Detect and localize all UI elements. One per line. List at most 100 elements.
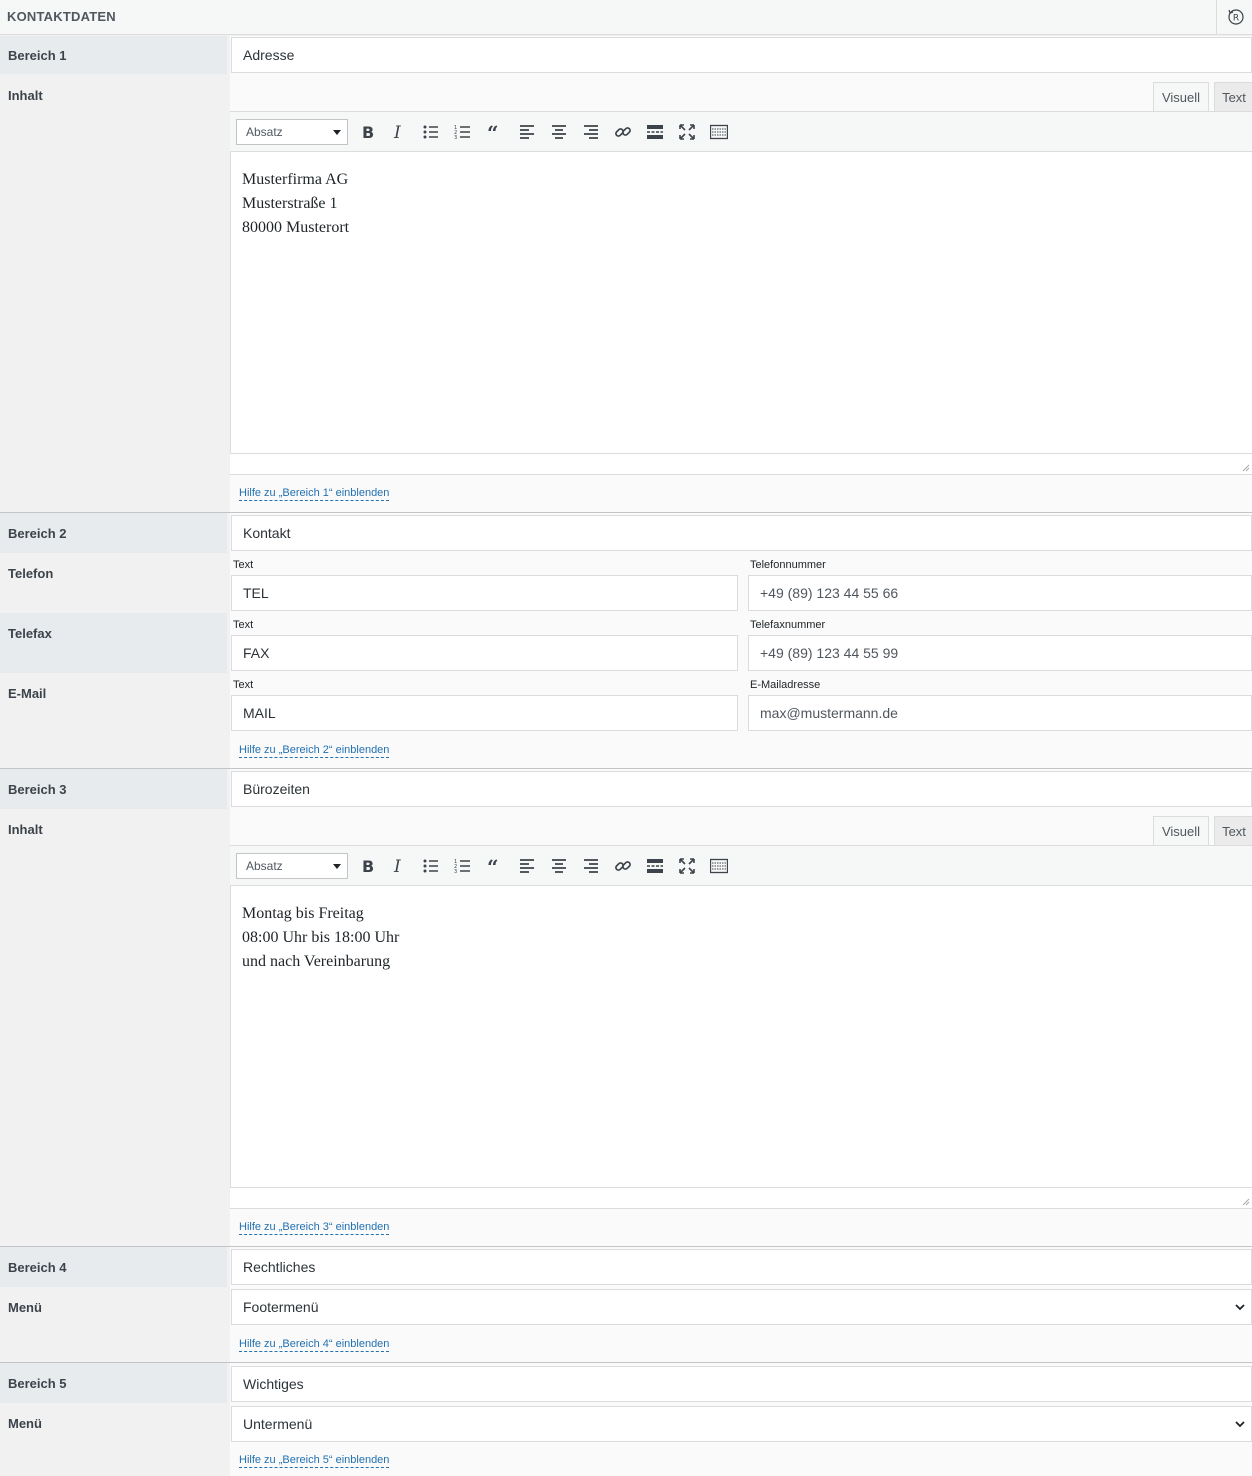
toolbar-toggle-icon[interactable] bbox=[710, 857, 728, 875]
email-address-label: E-Mailadresse bbox=[750, 679, 821, 691]
panel-header: KONTAKTDATEN R bbox=[0, 0, 1252, 35]
section1-help-link[interactable]: Hilfe zu „Bereich 1“ einblenden bbox=[239, 487, 390, 501]
section3-content-line: Montag bis Freitag bbox=[242, 905, 364, 922]
section1-format-select-value: Absatz bbox=[246, 125, 283, 139]
toolbar-toggle-icon[interactable] bbox=[710, 123, 728, 141]
bullet-list-icon[interactable] bbox=[422, 123, 440, 141]
bold-icon[interactable]: B bbox=[358, 123, 376, 141]
section4-menu-cell bbox=[0, 1287, 227, 1362]
section3-label: Bereich 3 bbox=[8, 782, 67, 797]
section1-tab-visual[interactable]: Visuell bbox=[1153, 82, 1209, 112]
header-divider bbox=[1216, 0, 1217, 35]
section1-editor-statusbar bbox=[230, 453, 1252, 475]
section5-menu-cell bbox=[0, 1403, 227, 1476]
align-left-icon[interactable] bbox=[518, 857, 536, 875]
section1-title-input[interactable]: Adresse bbox=[231, 37, 1252, 73]
align-right-icon[interactable] bbox=[582, 857, 600, 875]
italic-icon[interactable]: I bbox=[390, 123, 408, 141]
numbered-list-icon[interactable]: 123 bbox=[454, 123, 472, 141]
email-address-input[interactable]: max@mustermann.de bbox=[748, 695, 1252, 731]
section3-editor-toolbar: Absatz B I 123 “ bbox=[230, 845, 1252, 886]
section3-content-label-cell bbox=[0, 809, 227, 1246]
section1-tab-text[interactable]: Text bbox=[1214, 82, 1252, 112]
section3-content-label: Inhalt bbox=[8, 822, 43, 837]
chevron-down-icon bbox=[1235, 1304, 1245, 1311]
section3-content-line: 08:00 Uhr bis 18:00 Uhr bbox=[242, 929, 400, 946]
svg-text:R: R bbox=[1233, 14, 1239, 24]
align-center-icon[interactable] bbox=[550, 123, 568, 141]
caret-down-icon bbox=[333, 130, 341, 135]
svg-text:B: B bbox=[362, 857, 374, 875]
telefon-label: Telefon bbox=[8, 566, 54, 581]
section3-tab-visual[interactable]: Visuell bbox=[1153, 816, 1209, 846]
svg-text:I: I bbox=[393, 123, 401, 141]
telefon-text-label: Text bbox=[233, 559, 254, 571]
link-icon[interactable] bbox=[614, 123, 632, 141]
resize-handle-icon[interactable] bbox=[1242, 1198, 1250, 1206]
align-left-icon[interactable] bbox=[518, 123, 536, 141]
reset-icon[interactable]: R bbox=[1227, 8, 1245, 26]
section3-editor-content[interactable]: Montag bis Freitag 08:00 Uhr bis 18:00 U… bbox=[230, 886, 1252, 1187]
telefax-number-label: Telefaxnummer bbox=[750, 619, 826, 631]
section1-editor-content[interactable]: Musterfirma AG Musterstraße 1 80000 Must… bbox=[230, 152, 1252, 453]
section3-format-select-value: Absatz bbox=[246, 859, 283, 873]
resize-handle-icon[interactable] bbox=[1242, 464, 1250, 472]
caret-down-icon bbox=[333, 864, 341, 869]
section3-tab-text[interactable]: Text bbox=[1214, 816, 1252, 846]
telefon-text-input[interactable]: TEL bbox=[231, 575, 738, 611]
section2-label: Bereich 2 bbox=[8, 526, 67, 541]
telefon-number-input[interactable]: +49 (89) 123 44 55 66 bbox=[748, 575, 1252, 611]
section3-help-link[interactable]: Hilfe zu „Bereich 3“ einblenden bbox=[239, 1221, 390, 1235]
section5-menu-select[interactable]: Untermenü bbox=[231, 1406, 1252, 1442]
telefax-text-label: Text bbox=[233, 619, 254, 631]
svg-text:I: I bbox=[393, 857, 401, 875]
svg-text:3: 3 bbox=[454, 869, 457, 875]
section3-content-line: und nach Vereinbarung bbox=[242, 953, 391, 970]
blockquote-icon[interactable]: “ bbox=[486, 857, 504, 875]
section2-help-link[interactable]: Hilfe zu „Bereich 2“ einblenden bbox=[239, 744, 390, 758]
fullscreen-icon[interactable] bbox=[678, 123, 696, 141]
section1-label: Bereich 1 bbox=[8, 48, 67, 63]
telefax-label: Telefax bbox=[8, 626, 52, 641]
numbered-list-icon[interactable]: 123 bbox=[454, 857, 472, 875]
svg-text:“: “ bbox=[487, 123, 499, 141]
section5-title-input[interactable]: Wichtiges bbox=[231, 1366, 1252, 1402]
align-right-icon[interactable] bbox=[582, 123, 600, 141]
telefon-number-label: Telefonnummer bbox=[750, 559, 826, 571]
section5-menu-label: Menü bbox=[8, 1416, 42, 1431]
bold-icon[interactable]: B bbox=[358, 857, 376, 875]
read-more-icon[interactable] bbox=[646, 123, 664, 141]
blockquote-icon[interactable]: “ bbox=[486, 123, 504, 141]
italic-icon[interactable]: I bbox=[390, 857, 408, 875]
section5-help-link[interactable]: Hilfe zu „Bereich 5“ einblenden bbox=[239, 1454, 390, 1468]
section1-format-select[interactable]: Absatz bbox=[236, 119, 348, 145]
section4-menu-label: Menü bbox=[8, 1300, 42, 1315]
section5-label: Bereich 5 bbox=[8, 1376, 67, 1391]
email-text-label: Text bbox=[233, 679, 254, 691]
svg-text:“: “ bbox=[487, 857, 499, 875]
email-label: E-Mail bbox=[8, 686, 47, 701]
section1-content-line: 80000 Musterort bbox=[242, 219, 350, 236]
section4-menu-select[interactable]: Footermenü bbox=[231, 1289, 1252, 1325]
section2-title-input[interactable]: Kontakt bbox=[231, 515, 1252, 551]
section4-menu-select-value: Footermenü bbox=[243, 1299, 319, 1315]
email-text-input[interactable]: MAIL bbox=[231, 695, 738, 731]
bullet-list-icon[interactable] bbox=[422, 857, 440, 875]
section3-title-input[interactable]: Bürozeiten bbox=[231, 771, 1252, 807]
read-more-icon[interactable] bbox=[646, 857, 664, 875]
telefax-text-input[interactable]: FAX bbox=[231, 635, 738, 671]
section3-format-select[interactable]: Absatz bbox=[236, 853, 348, 879]
section1-content-line: Musterstraße 1 bbox=[242, 195, 338, 212]
section4-label: Bereich 4 bbox=[8, 1260, 67, 1275]
section2-telefax-cell bbox=[0, 613, 227, 673]
fullscreen-icon[interactable] bbox=[678, 857, 696, 875]
svg-text:3: 3 bbox=[454, 135, 457, 141]
section3-editor-statusbar bbox=[230, 1187, 1252, 1209]
section4-help-link[interactable]: Hilfe zu „Bereich 4“ einblenden bbox=[239, 1338, 390, 1352]
svg-text:B: B bbox=[362, 123, 374, 141]
section4-title-input[interactable]: Rechtliches bbox=[231, 1249, 1252, 1285]
link-icon[interactable] bbox=[614, 857, 632, 875]
telefax-number-input[interactable]: +49 (89) 123 44 55 99 bbox=[748, 635, 1252, 671]
align-center-icon[interactable] bbox=[550, 857, 568, 875]
section2-telefon-cell bbox=[0, 553, 227, 613]
